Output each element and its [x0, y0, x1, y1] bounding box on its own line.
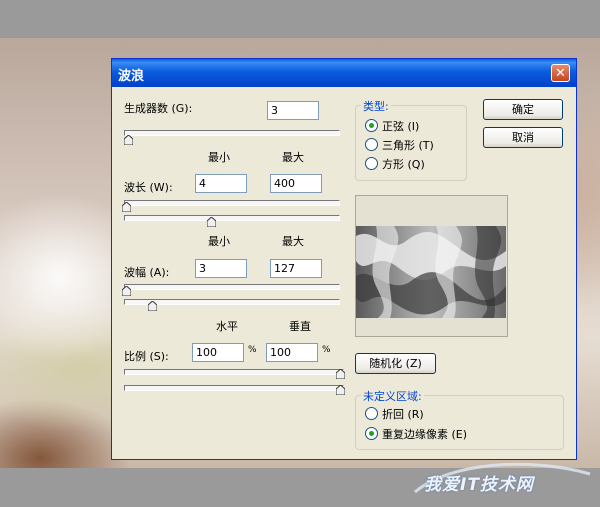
generators-label: 生成器数 (G): [124, 102, 193, 115]
type-sine-label[interactable]: 正弦 (I) [382, 118, 419, 134]
wave-preview-image [356, 226, 506, 318]
wrap-around-radio[interactable] [365, 407, 378, 420]
amplitude-min-header: 最小 [208, 235, 230, 248]
scale-horizontal-unit: % [248, 345, 257, 355]
wavelength-min-slider-thumb[interactable] [122, 202, 131, 212]
wave-filter-dialog: 波浪 ✕ 生成器数 (G): 3 最小 最大 波长 (W): 4 400 最小 … [111, 58, 577, 460]
wavelength-max-input[interactable]: 400 [270, 174, 322, 193]
wavelength-min-header: 最小 [208, 151, 230, 164]
type-triangle-radio[interactable] [365, 138, 378, 151]
canvas-top-area [0, 0, 600, 38]
wavelength-min-input[interactable]: 4 [195, 174, 247, 193]
amplitude-min-slider-thumb[interactable] [122, 286, 131, 296]
wavelength-max-slider-track[interactable] [124, 215, 340, 221]
amplitude-label: 波幅 (A): [124, 266, 170, 279]
dialog-titlebar: 波浪 ✕ [112, 59, 576, 87]
amplitude-max-header: 最大 [282, 235, 304, 248]
close-icon[interactable]: ✕ [551, 64, 570, 82]
scale-horizontal-slider-track[interactable] [124, 369, 344, 375]
amplitude-min-slider-track[interactable] [124, 284, 340, 290]
watermark-text: 我爱IT技术网 [424, 475, 534, 495]
generators-slider-thumb[interactable] [124, 135, 133, 145]
wave-preview-panel [355, 195, 508, 337]
randomize-button[interactable]: 随机化 (Z) [355, 353, 436, 374]
amplitude-min-input[interactable]: 3 [195, 259, 247, 278]
scale-vertical-slider-track[interactable] [124, 385, 344, 391]
type-sine-radio[interactable] [365, 119, 378, 132]
dialog-title: 波浪 [118, 69, 145, 84]
scale-horizontal-slider-thumb[interactable] [336, 369, 345, 379]
scale-horizontal-header: 水平 [216, 320, 238, 333]
cancel-button[interactable]: 取消 [483, 127, 563, 148]
wave-type-group-title: 类型: [361, 98, 391, 114]
scale-horizontal-input[interactable]: 100 [192, 343, 244, 362]
generators-slider-track[interactable] [124, 130, 340, 136]
wavelength-min-slider-track[interactable] [124, 200, 340, 206]
amplitude-max-slider-thumb[interactable] [148, 301, 157, 311]
repeat-edge-pixels-radio[interactable] [365, 427, 378, 440]
scale-vertical-unit: % [322, 345, 331, 355]
watermark-logo: 我爱IT技术网 [410, 462, 595, 502]
type-triangle-label[interactable]: 三角形 (T) [382, 137, 434, 153]
generators-input[interactable]: 3 [267, 101, 319, 120]
scale-label: 比例 (S): [124, 350, 169, 363]
type-square-label[interactable]: 方形 (Q) [382, 156, 425, 172]
scale-vertical-slider-thumb[interactable] [336, 385, 345, 395]
type-square-radio[interactable] [365, 157, 378, 170]
amplitude-max-input[interactable]: 127 [270, 259, 322, 278]
wrap-around-label[interactable]: 折回 (R) [382, 406, 424, 422]
wavelength-max-slider-thumb[interactable] [207, 217, 216, 227]
ok-button[interactable]: 确定 [483, 99, 563, 120]
undefined-areas-group-title: 未定义区域: [361, 388, 424, 404]
scale-vertical-header: 垂直 [289, 320, 311, 333]
scale-vertical-input[interactable]: 100 [266, 343, 318, 362]
wavelength-label: 波长 (W): [124, 181, 173, 194]
repeat-edge-pixels-label[interactable]: 重复边缘像素 (E) [382, 426, 467, 442]
wavelength-max-header: 最大 [282, 151, 304, 164]
